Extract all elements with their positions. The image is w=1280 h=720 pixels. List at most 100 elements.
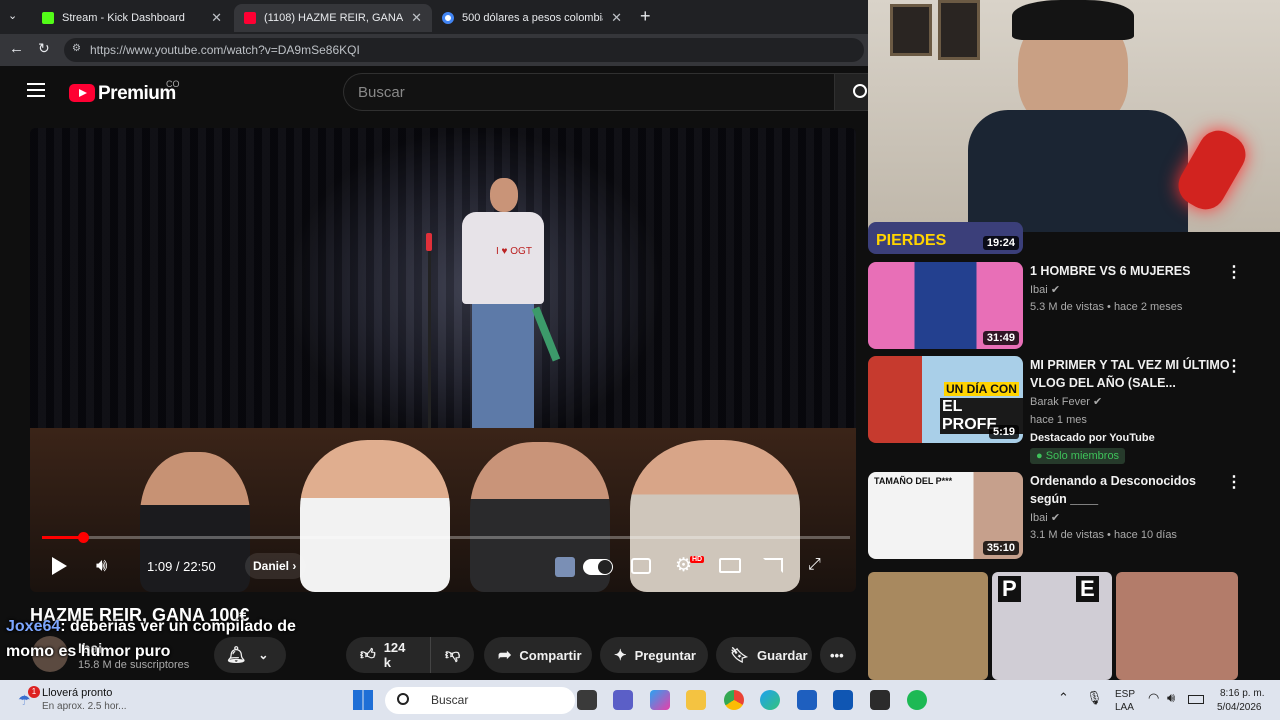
- battery-icon[interactable]: [1188, 695, 1204, 704]
- like-button[interactable]: 👍︎ 124 k: [346, 637, 430, 673]
- related-thumbnail[interactable]: TAMAÑO DEL P*** 35:10: [868, 472, 1023, 559]
- taskbar-search[interactable]: Buscar: [385, 687, 575, 714]
- shorts-thumbnail[interactable]: [1116, 572, 1238, 680]
- cast-icon[interactable]: [763, 558, 783, 573]
- shorts-thumbnail[interactable]: [868, 572, 988, 680]
- duration-badge: 31:49: [982, 331, 1019, 345]
- related-thumbnail[interactable]: 31:49: [868, 262, 1023, 349]
- related-title[interactable]: MI PRIMER Y TAL VEZ MI ÚLTIMO VLOG DEL A…: [1030, 356, 1230, 392]
- theater-mode-icon[interactable]: [719, 558, 741, 573]
- language-code-2[interactable]: LAA: [1115, 702, 1134, 713]
- related-channel[interactable]: Ibai ✔: [1030, 283, 1060, 296]
- edge-icon[interactable]: [760, 690, 780, 710]
- dislike-button[interactable]: 👎︎: [430, 637, 474, 673]
- spotify-icon[interactable]: [907, 690, 927, 710]
- calculator-icon[interactable]: [833, 690, 853, 710]
- more-options-icon[interactable]: ⋮: [1226, 262, 1242, 282]
- tab-youtube-video[interactable]: (1108) HAZME REIR, GANA 100€ · ✕: [234, 4, 432, 32]
- close-icon[interactable]: ✕: [611, 10, 622, 26]
- sparkle-icon: ✦: [614, 647, 627, 664]
- chrome-icon[interactable]: [724, 690, 744, 710]
- share-icon: ➦: [498, 647, 512, 664]
- shorts-thumbnail[interactable]: P E: [992, 572, 1112, 680]
- toggle-knob: [598, 560, 612, 574]
- channel-thumb-icon[interactable]: [555, 557, 575, 577]
- show-hidden-icons[interactable]: ⌃: [1058, 690, 1069, 706]
- play-icon[interactable]: [52, 557, 67, 575]
- ask-label: Preguntar: [634, 647, 696, 663]
- related-channel[interactable]: Barak Fever ✔: [1030, 395, 1102, 408]
- related-meta: hace 1 mes: [1030, 414, 1087, 426]
- fullscreen-icon[interactable]: ⤢: [808, 556, 821, 574]
- streamer-hair: [1012, 0, 1134, 40]
- teams-icon[interactable]: [613, 690, 633, 710]
- progress-bar[interactable]: [42, 532, 850, 543]
- comedian-jeans: [472, 304, 534, 428]
- video-player[interactable]: I ♥ OGT: [30, 128, 856, 592]
- more-actions-button[interactable]: •••: [820, 637, 856, 673]
- close-icon[interactable]: ✕: [211, 10, 222, 26]
- more-options-icon[interactable]: ⋮: [1226, 356, 1242, 376]
- back-arrow-icon[interactable]: ←: [9, 40, 24, 57]
- streamer-shirt: [968, 110, 1188, 232]
- wifi-icon[interactable]: ◠: [1148, 690, 1159, 706]
- chevron-right-icon: ›: [292, 559, 297, 573]
- hd-badge: HD: [690, 556, 705, 563]
- file-explorer-icon[interactable]: [686, 690, 706, 710]
- clock-date[interactable]: 5/04/2026: [1217, 702, 1262, 713]
- weather-title[interactable]: Lloverá pronto: [42, 687, 112, 699]
- copilot-icon[interactable]: [650, 690, 670, 710]
- shirt-print: I ♥ OGT: [496, 246, 532, 257]
- shorts-letter: P: [998, 576, 1021, 602]
- clock-time[interactable]: 8:16 p. m.: [1220, 688, 1264, 699]
- channel-name: Barak Fever: [1030, 396, 1090, 408]
- video-stage-scene: I ♥ OGT: [30, 128, 856, 428]
- menu-icon[interactable]: [27, 83, 45, 97]
- obs-icon[interactable]: [870, 690, 890, 710]
- ask-button[interactable]: ✦ Preguntar: [600, 637, 708, 673]
- visual-studio-icon[interactable]: [797, 690, 817, 710]
- search-icon: [397, 693, 409, 705]
- members-icon: ●: [1036, 450, 1046, 462]
- address-bar[interactable]: ⚙ https://www.youtube.com/watch?v=DA9mSe…: [64, 38, 864, 62]
- microphone-icon[interactable]: 🎙︎: [1086, 690, 1103, 706]
- reload-icon[interactable]: ↻: [38, 40, 50, 57]
- tab-google-search[interactable]: 500 dólares a pesos colombianos ✕: [432, 4, 632, 32]
- chevron-down-icon: ⌄: [258, 648, 269, 662]
- new-tab-button[interactable]: +: [640, 6, 651, 27]
- progress-scrubber[interactable]: [77, 532, 89, 543]
- mic-stand: [428, 238, 431, 428]
- share-button[interactable]: ➦ Compartir: [484, 637, 592, 673]
- subscribed-button[interactable]: 🔔︎ ⌄: [214, 637, 286, 673]
- search-icon: [853, 84, 867, 98]
- members-only-badge: ● Solo miembros: [1030, 448, 1126, 464]
- save-button[interactable]: 🔖︎ Guardar: [716, 637, 812, 673]
- verified-icon: ✔: [1050, 284, 1061, 296]
- task-view-icon[interactable]: [577, 690, 597, 710]
- related-thumbnail[interactable]: PIERDES 19:24: [868, 222, 1023, 254]
- more-options-icon[interactable]: ⋮: [1226, 472, 1242, 492]
- chapter-button[interactable]: Daniel ›: [245, 553, 307, 579]
- search-input[interactable]: Buscar: [343, 73, 835, 111]
- speaker-icon[interactable]: 🔊︎: [1167, 690, 1175, 706]
- verified-icon: ✔: [1092, 396, 1103, 408]
- related-title[interactable]: Ordenando a Desconocidos según ____: [1030, 472, 1230, 508]
- site-info-icon[interactable]: ⚙: [72, 43, 81, 54]
- tab-list-dropdown[interactable]: ⌄: [8, 9, 26, 25]
- windows-start-icon[interactable]: [353, 690, 373, 710]
- related-title[interactable]: 1 HOMBRE VS 6 MUJERES: [1030, 262, 1230, 280]
- weather-badge: 1: [28, 686, 40, 698]
- wall-frame-1: [890, 4, 932, 56]
- country-code: CO: [166, 79, 180, 89]
- autoplay-toggle[interactable]: [583, 559, 613, 575]
- close-icon[interactable]: ✕: [411, 10, 422, 26]
- bookmark-icon: 🔖︎: [730, 647, 750, 664]
- language-code-1[interactable]: ESP: [1115, 689, 1135, 700]
- related-channel[interactable]: Ibai ✔: [1030, 511, 1060, 524]
- youtube-logo-icon[interactable]: [69, 84, 95, 102]
- volume-icon[interactable]: 🔊︎: [96, 555, 107, 576]
- related-thumbnail[interactable]: UN DÍA CON EL PROFE 5:19: [868, 356, 1023, 443]
- thumb-text: PIERDES: [876, 232, 947, 249]
- tab-kick-dashboard[interactable]: Stream - Kick Dashboard ✕: [32, 4, 232, 32]
- subtitles-icon[interactable]: [631, 558, 651, 574]
